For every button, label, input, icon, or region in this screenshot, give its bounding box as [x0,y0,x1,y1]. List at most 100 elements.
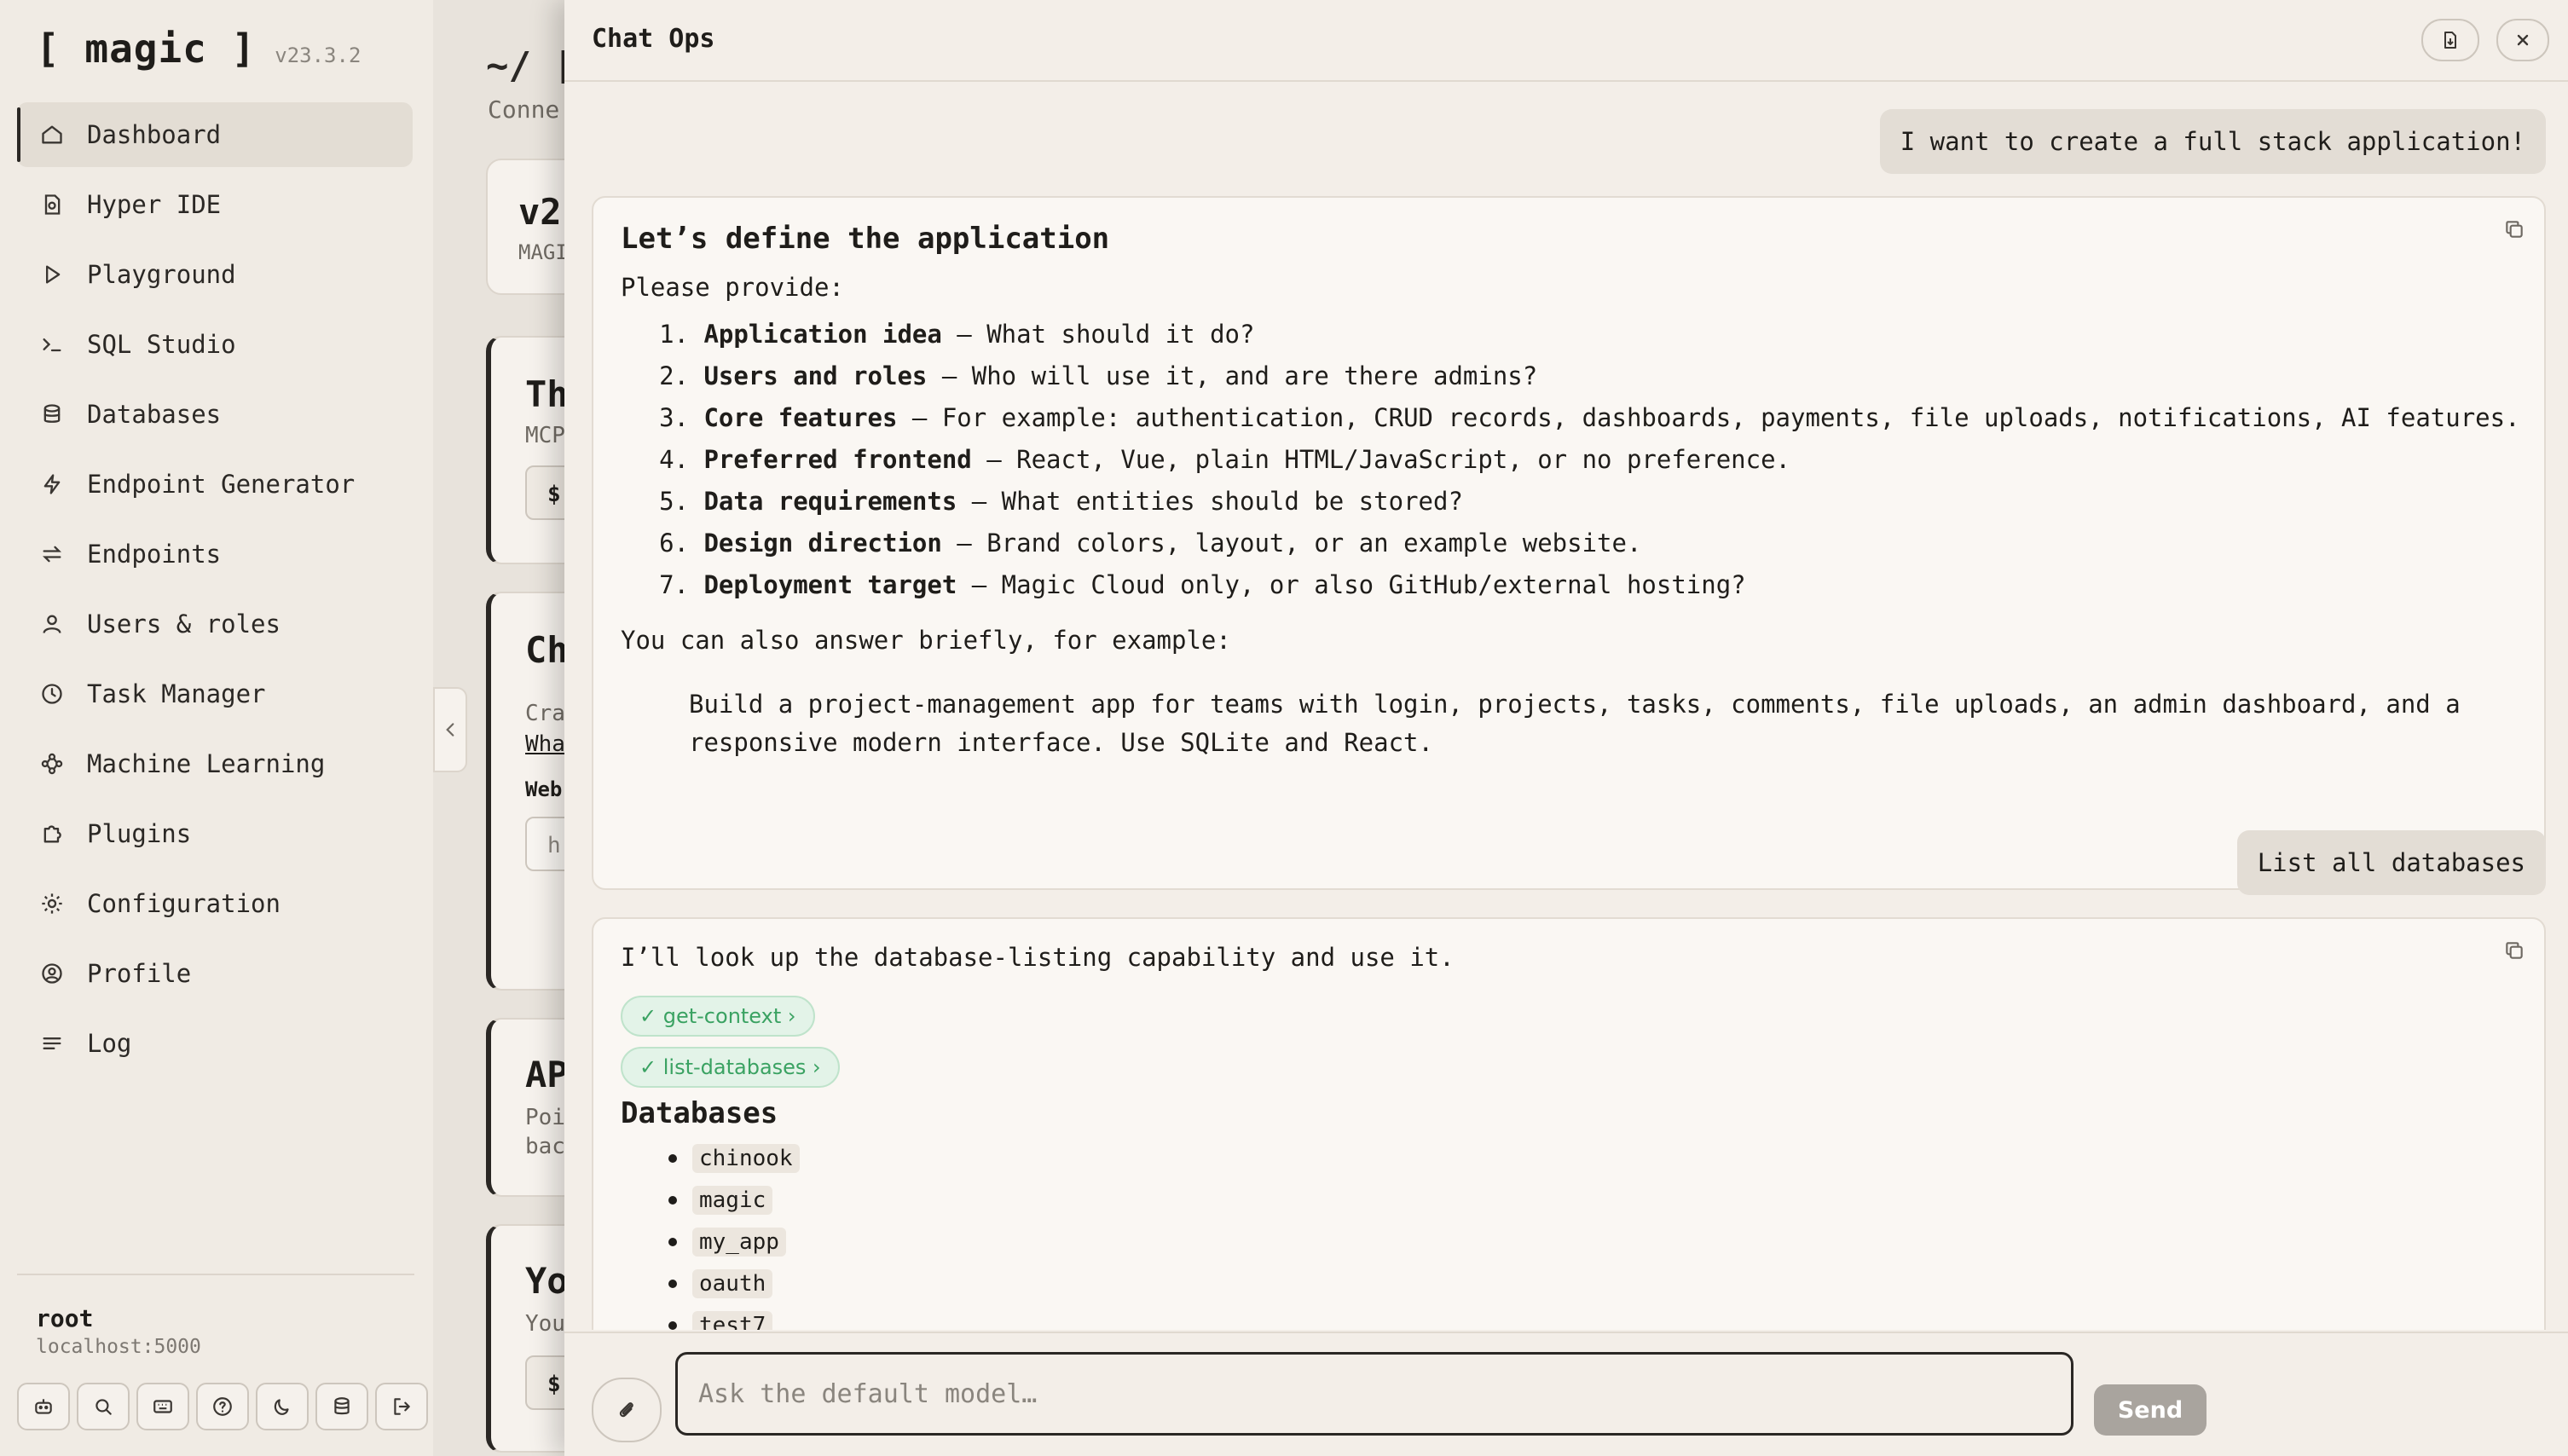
sidebar-item-databases[interactable]: Databases [17,382,413,447]
card-text: MAGI [518,240,568,264]
sidebar-item-profile[interactable]: Profile [17,941,413,1006]
collapse-sidebar-button[interactable] [433,687,467,772]
sidebar-nav: Dashboard Hyper IDE Playground SQL Studi… [17,102,413,1081]
close-button[interactable] [2496,19,2549,61]
list-item: 7. Deployment target — Magic Cloud only,… [659,570,1746,599]
page-title: ~/ [ [486,44,576,88]
play-icon [39,262,65,287]
sidebar-item-label: Databases [87,400,222,429]
sidebar-item-label: Task Manager [87,679,266,708]
user-icon [39,611,65,637]
sidebar-item-label: Dashboard [87,120,222,149]
sidebar-item-endpoint-generator[interactable]: Endpoint Generator [17,452,413,517]
database-button[interactable] [315,1383,368,1430]
tool-call-get-context[interactable]: ✓ get-context › [621,996,815,1037]
sidebar-item-plugins[interactable]: Plugins [17,801,413,866]
file-code-icon [39,192,65,217]
sidebar-item-label: Users & roles [87,610,281,638]
list-item: chinook [621,1137,800,1179]
list-item: oauth [621,1262,800,1304]
brand[interactable]: [ magic ] v23.3.2 [36,26,361,72]
chat-header: Chat Ops [564,0,2568,82]
message-intro: I’ll look up the database-listing capabi… [621,943,1455,972]
message-heading: Databases [621,1096,778,1130]
message-outro: You can also answer briefly, for example… [621,626,1231,655]
lines-icon [39,1031,65,1056]
logout-button[interactable] [375,1383,428,1430]
example-line: Build a project-management app for teams… [689,690,2461,719]
database-name: chinook [692,1143,800,1173]
copy-button[interactable] [2503,939,2525,962]
database-icon [39,402,65,427]
list-item: 3. Core features — For example: authenti… [659,403,2520,432]
clock-icon [39,681,65,707]
app-version: v23.3.2 [275,43,361,67]
card-link[interactable]: Wha [525,731,565,757]
list-item: 1. Application idea — What should it do? [659,320,1255,349]
copy-button[interactable] [2503,218,2525,240]
database-icon [331,1395,353,1418]
user-info: root localhost:5000 [36,1304,201,1358]
card-title: AP [525,1054,569,1095]
attach-button[interactable] [592,1378,662,1442]
puzzle-icon [39,821,65,846]
sidebar-item-label: Hyper IDE [87,190,222,219]
requirements-list: 1. Application idea — What should it do?… [621,314,2520,606]
sidebar-item-playground[interactable]: Playground [17,242,413,307]
example-line: responsive modern interface. Use SQLite … [689,728,1433,757]
chat-input[interactable] [675,1352,2073,1436]
moon-icon [271,1395,293,1418]
help-icon [211,1395,234,1418]
sidebar-item-machine-learning[interactable]: Machine Learning [17,731,413,796]
logout-icon [390,1395,413,1418]
terminal-icon [39,332,65,357]
card-title: Th [525,373,569,415]
list-item: 6. Design direction — Brand colors, layo… [659,529,1642,558]
sidebar-item-log[interactable]: Log [17,1011,413,1076]
home-icon [39,122,65,147]
search-icon [92,1395,114,1418]
user-host: localhost:5000 [36,1336,201,1358]
list-item: test7 [621,1304,800,1330]
page-subtitle: Conne [488,95,560,124]
sidebar-item-sql-studio[interactable]: SQL Studio [17,312,413,377]
search-button[interactable] [77,1383,130,1430]
user-message: List all databases [2236,830,2546,895]
sidebar-item-task-manager[interactable]: Task Manager [17,662,413,726]
chat-title: Chat Ops [592,24,715,54]
gear-icon [39,891,65,916]
card-title: v2 [518,191,562,233]
app-logo: [ magic ] [36,26,257,72]
card-text: You [525,1311,565,1337]
sidebar-item-endpoints[interactable]: Endpoints [17,522,413,586]
list-item: magic [621,1179,800,1221]
export-button[interactable] [2421,19,2479,61]
sidebar-item-users-roles[interactable]: Users & roles [17,592,413,656]
help-button[interactable] [196,1383,249,1430]
keyboard-button[interactable] [136,1383,189,1430]
sidebar-item-label: Profile [87,959,192,988]
sidebar-item-dashboard[interactable]: Dashboard [17,102,413,167]
message-heading: Let’s define the application [621,222,1110,256]
theme-button[interactable] [256,1383,309,1430]
robot-button[interactable] [17,1383,70,1430]
card-text: MCP [525,423,565,448]
tool-call-list-databases[interactable]: ✓ list-databases › [621,1047,840,1088]
sidebar-item-label: Plugins [87,819,192,848]
sidebar-item-hyper-ide[interactable]: Hyper IDE [17,172,413,237]
list-item: 5. Data requirements — What entities sho… [659,487,1463,516]
list-item: 2. Users and roles — Who will use it, an… [659,361,1538,390]
assistant-message: I’ll look up the database-listing capabi… [592,917,2546,1330]
sidebar-item-configuration[interactable]: Configuration [17,871,413,936]
chat-panel: Chat Ops I want to create a full stack a… [564,0,2568,1456]
card-label: Web [525,777,563,801]
bolt-icon [39,471,65,497]
copy-icon [2503,939,2525,962]
sidebar: [ magic ] v23.3.2 Dashboard Hyper IDE Pl… [0,0,435,1456]
user-circle-icon [39,961,65,986]
user-message: I want to create a full stack applicatio… [1879,109,2546,174]
card-text: bac [525,1134,565,1159]
sidebar-divider [17,1274,414,1275]
sidebar-item-label: Log [87,1029,132,1058]
send-button[interactable]: Send [2094,1384,2207,1436]
